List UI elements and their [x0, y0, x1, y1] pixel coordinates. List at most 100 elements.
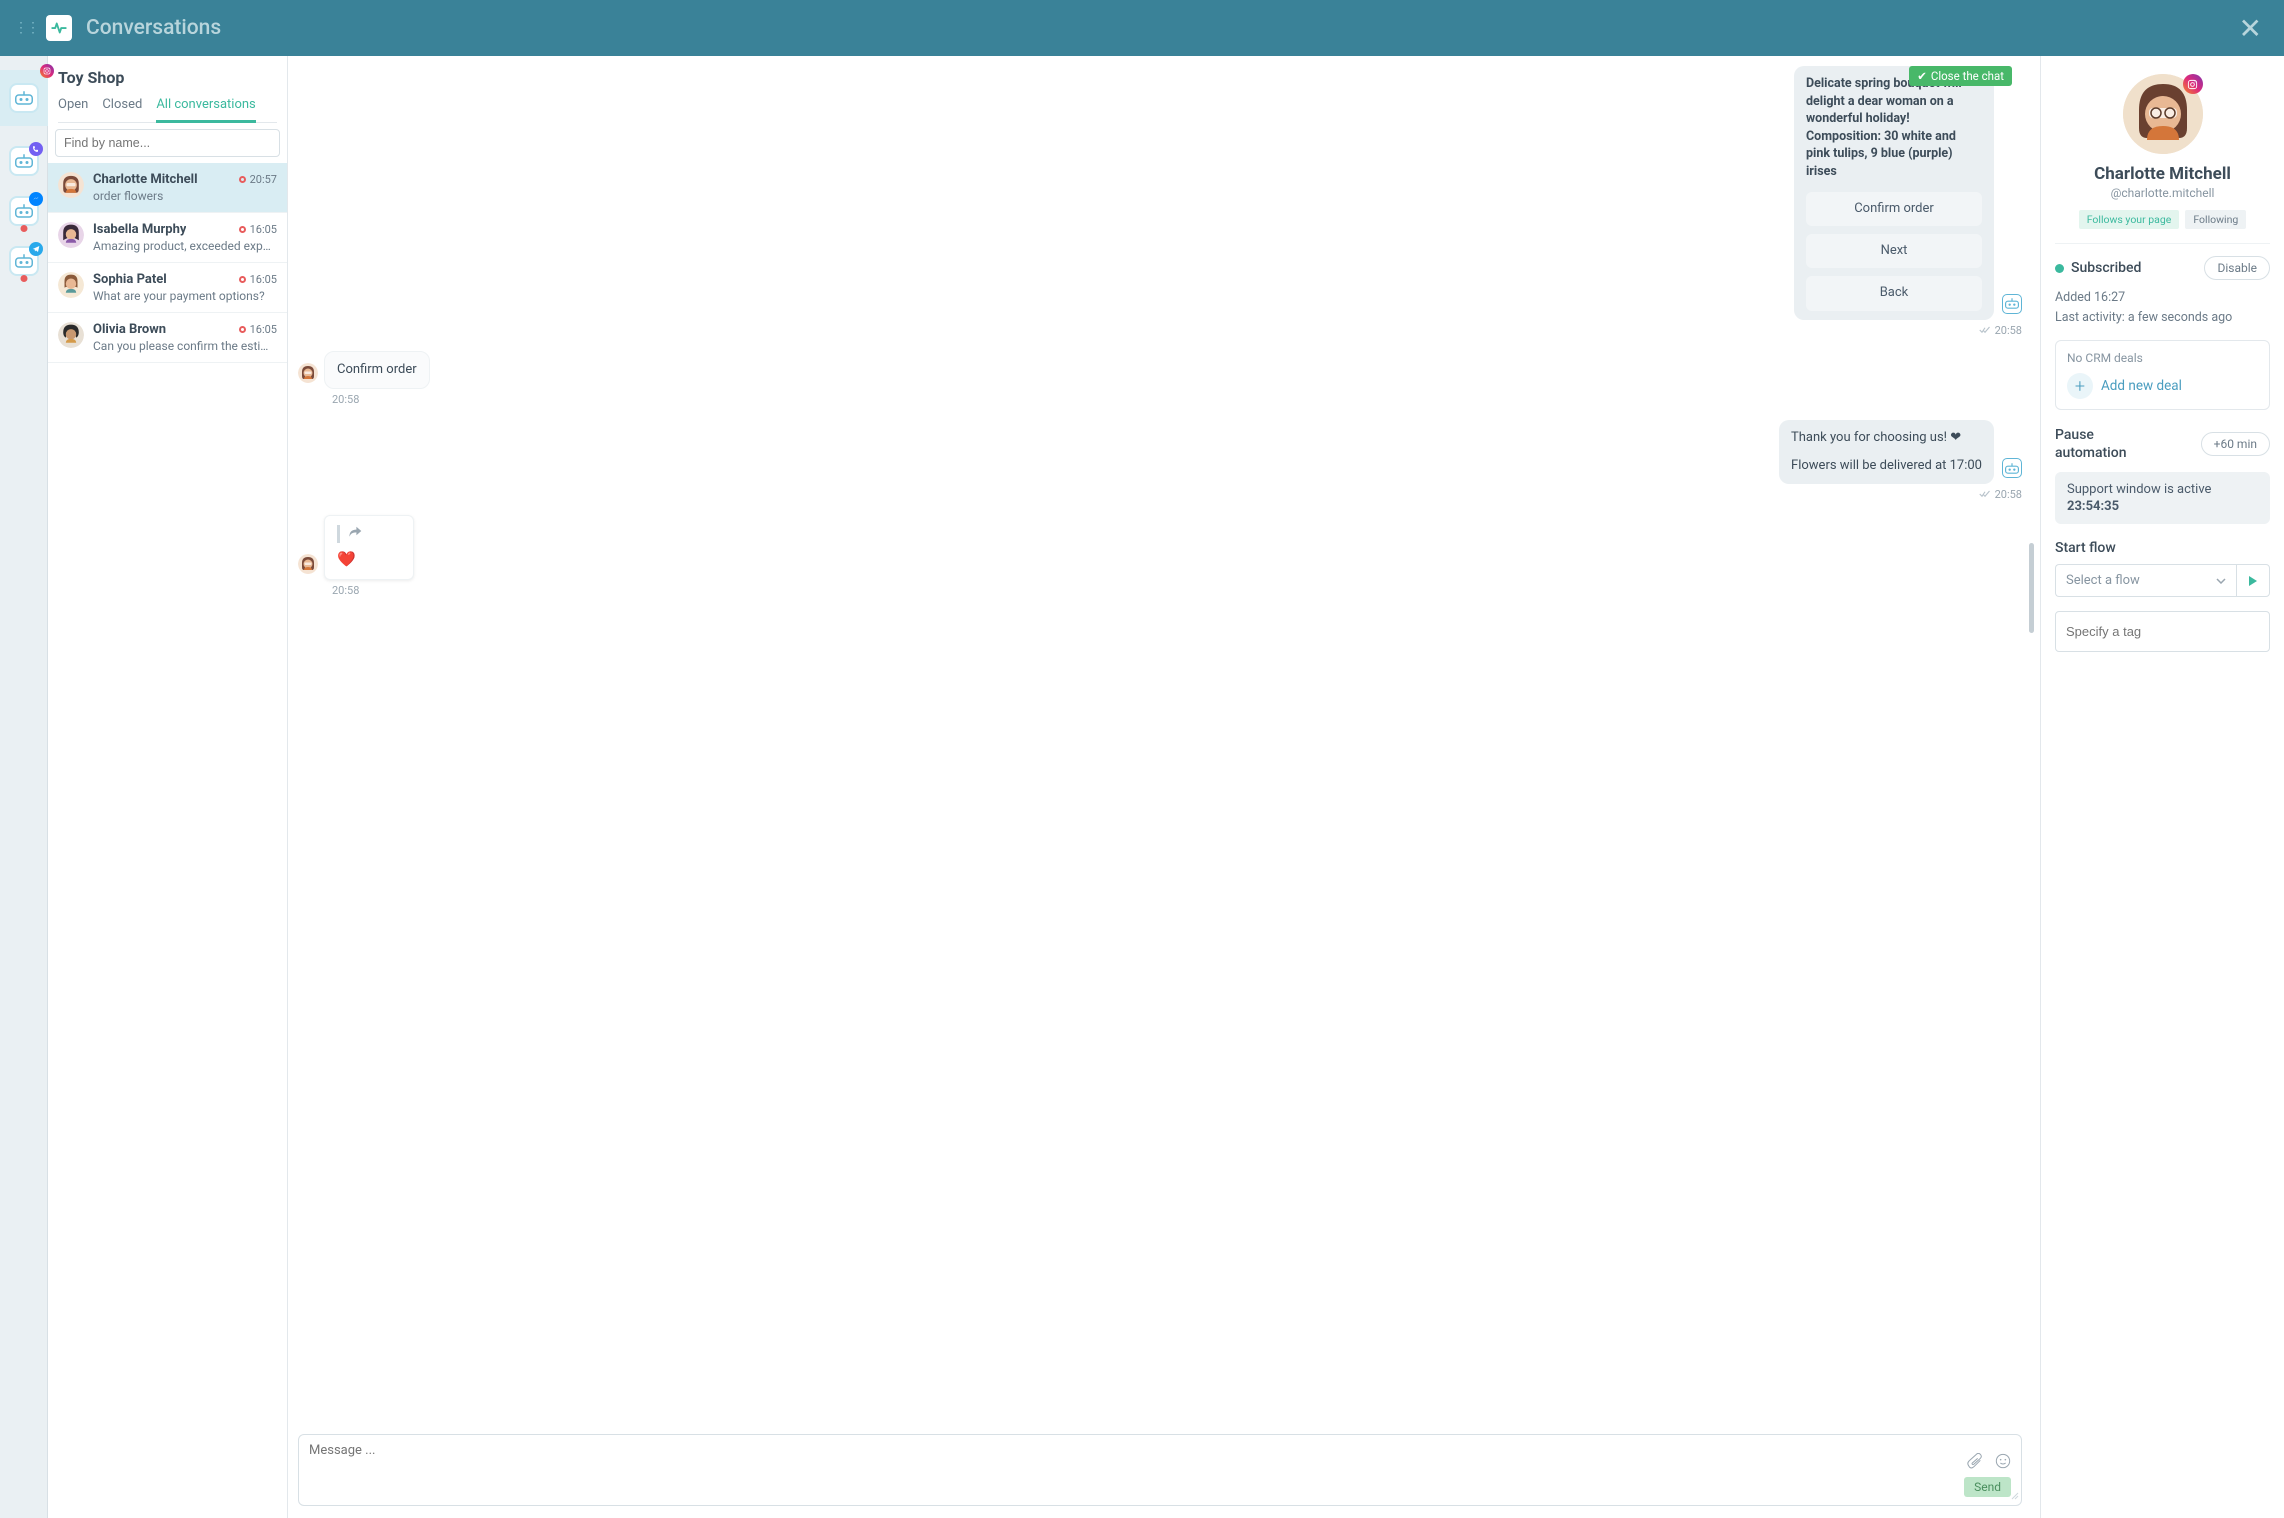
emoji-icon[interactable] [1995, 1453, 2011, 1473]
conversation-preview: order flowers [93, 189, 277, 203]
bot-avatar-icon [2002, 458, 2022, 478]
support-timer: 23:54:35 [2067, 499, 2258, 514]
conversation-time: 20:57 [239, 173, 277, 186]
inbox-title: Toy Shop [58, 68, 277, 87]
page-title: Conversations [86, 16, 2231, 40]
bot-message: Thank you for choosing us! ❤ Flowers wil… [1779, 420, 1994, 484]
conversation-name: Charlotte Mitchell [93, 172, 198, 187]
following-badge: Following [2185, 210, 2246, 229]
conversation-preview: Can you please confirm the estim... [93, 339, 277, 353]
conversation-time: 16:05 [239, 323, 277, 336]
read-checks-icon [1979, 324, 1991, 337]
conversation-item[interactable]: Charlotte Mitchell 20:57 order flowers [48, 163, 287, 213]
drag-handle-icon[interactable]: ⋮⋮ [14, 20, 38, 36]
support-window-box: Support window is active 23:54:35 [2055, 472, 2270, 524]
conversation-item[interactable]: Isabella Murphy 16:05 Amazing product, e… [48, 213, 287, 263]
unread-dot [20, 275, 27, 282]
channel-instagram[interactable] [0, 70, 48, 126]
action-back[interactable]: Back [1806, 276, 1982, 310]
channel-viber[interactable] [9, 146, 39, 176]
bot-message: Delicate spring bouquet will delight a d… [1794, 66, 1994, 320]
chat-panel: ✔ Close the chat Delicate spring bouquet… [288, 56, 2040, 1518]
bot-avatar-icon [2002, 294, 2022, 314]
user-avatar [298, 554, 318, 574]
profile-badges: Follows your page Following [2055, 210, 2270, 229]
add-deal-button[interactable]: + Add new deal [2067, 373, 2258, 399]
message-meta: 20:58 [298, 584, 2022, 597]
subscribed-label: Subscribed [2071, 260, 2141, 276]
flow-select[interactable]: Select a flow [2055, 564, 2236, 597]
message-meta: 20:58 [298, 393, 2022, 406]
unread-dot [20, 225, 27, 232]
start-flow-label: Start flow [2055, 540, 2270, 556]
pause-automation-label: Pause automation [2055, 426, 2165, 462]
no-deals-label: No CRM deals [2067, 351, 2258, 365]
conversation-item[interactable]: Olivia Brown 16:05 Can you please confir… [48, 313, 287, 363]
action-confirm-order[interactable]: Confirm order [1806, 192, 1982, 226]
message-composer[interactable]: Send [298, 1434, 2022, 1506]
instagram-icon [2183, 74, 2203, 94]
unread-ring-icon [239, 176, 246, 183]
message-meta: 20:58 [298, 488, 2022, 501]
pause-60-button[interactable]: +60 min [2201, 432, 2270, 456]
main-layout: Toy Shop Open Closed All conversations C… [0, 56, 2284, 1518]
contact-details-panel: Charlotte Mitchell @charlotte.mitchell F… [2040, 56, 2284, 1518]
telegram-icon [29, 242, 43, 256]
conversations-panel: Toy Shop Open Closed All conversations C… [48, 56, 288, 1518]
unread-ring-icon [239, 276, 246, 283]
status-dot-icon [2055, 264, 2064, 273]
attach-icon[interactable] [1967, 1453, 1983, 1473]
disable-button[interactable]: Disable [2204, 256, 2270, 280]
check-icon: ✔ [1917, 69, 1927, 83]
conversation-preview: Amazing product, exceeded expe... [93, 239, 277, 253]
last-activity: Last activity: a few seconds ago [2055, 308, 2270, 328]
chat-scroll[interactable]: Delicate spring bouquet will delight a d… [288, 56, 2040, 1428]
scrollbar[interactable] [2029, 66, 2034, 1428]
tab-closed[interactable]: Closed [102, 97, 142, 122]
conversation-preview: What are your payment options? [93, 289, 277, 303]
conversation-name: Isabella Murphy [93, 222, 186, 237]
search-input[interactable] [55, 129, 280, 157]
viber-icon [29, 142, 43, 156]
conversation-item[interactable]: Sophia Patel 16:05 What are your payment… [48, 263, 287, 313]
action-next[interactable]: Next [1806, 234, 1982, 268]
user-avatar [298, 363, 318, 383]
share-icon [348, 526, 362, 541]
play-flow-button[interactable] [2236, 564, 2270, 597]
instagram-icon [40, 64, 54, 78]
crm-deals-box: No CRM deals + Add new deal [2055, 340, 2270, 410]
avatar [58, 322, 84, 348]
conversation-list: Charlotte Mitchell 20:57 order flowers I… [48, 163, 287, 1518]
user-reaction: ❤️ [324, 515, 414, 580]
user-message: Confirm order [324, 351, 430, 389]
conversation-time: 16:05 [239, 273, 277, 286]
conversation-name: Sophia Patel [93, 272, 167, 287]
app-logo [46, 15, 72, 41]
message-meta: 20:58 [298, 324, 2022, 337]
messenger-icon [29, 192, 43, 206]
avatar [58, 222, 84, 248]
added-time: Added 16:27 [2055, 288, 2270, 308]
list-tabs: Open Closed All conversations [58, 97, 277, 123]
chevron-down-icon [2216, 573, 2226, 588]
close-chat-button[interactable]: ✔ Close the chat [1909, 66, 2012, 86]
send-button[interactable]: Send [1964, 1477, 2011, 1497]
read-checks-icon [1979, 488, 1991, 501]
tag-input[interactable] [2055, 611, 2270, 652]
channel-telegram[interactable] [9, 246, 39, 276]
tab-open[interactable]: Open [58, 97, 88, 122]
tab-all[interactable]: All conversations [156, 97, 255, 123]
profile-avatar [2123, 74, 2203, 154]
profile-handle: @charlotte.mitchell [2055, 186, 2270, 200]
header-bar: ⋮⋮ Conversations ✕ [0, 0, 2284, 56]
channel-messenger[interactable] [9, 196, 39, 226]
scrollbar-thumb[interactable] [2029, 543, 2034, 633]
conversation-time: 16:05 [239, 223, 277, 236]
plus-icon: + [2067, 373, 2093, 399]
unread-ring-icon [239, 226, 246, 233]
profile-name: Charlotte Mitchell [2055, 164, 2270, 184]
close-icon[interactable]: ✕ [2231, 8, 2270, 49]
unread-ring-icon [239, 326, 246, 333]
message-input[interactable] [309, 1443, 1967, 1473]
channel-rail [0, 56, 48, 1518]
